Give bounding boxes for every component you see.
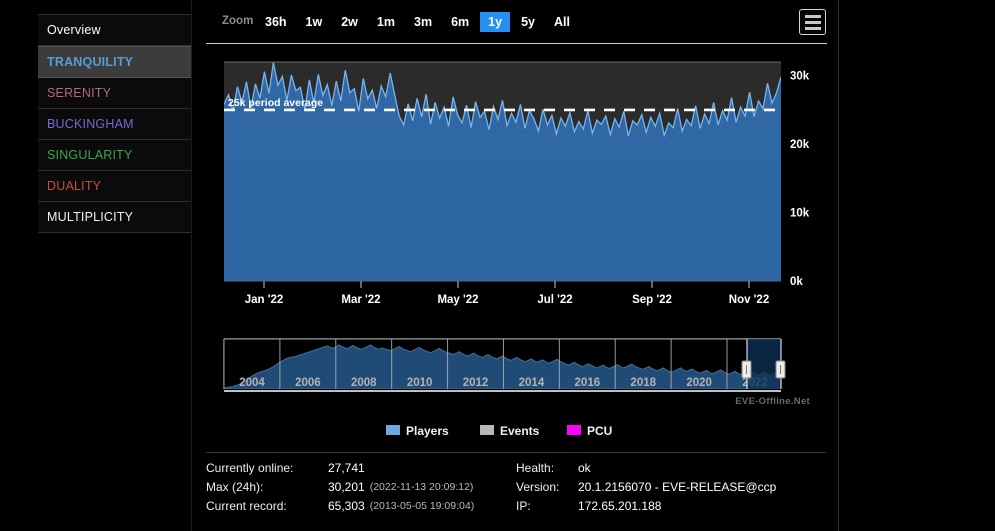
range-button-5y[interactable]: 5y bbox=[513, 12, 543, 32]
info-timestamp: (2013-05-05 19:09:04) bbox=[370, 497, 475, 516]
x-axis-tick-label: May '22 bbox=[437, 294, 478, 306]
legend-label-pcu[interactable]: PCU bbox=[587, 424, 612, 438]
x-axis-labels: Jan '22 Mar '22 May '22 Jul '22 Sep '22 Nov '… bbox=[245, 281, 770, 306]
zoom-label: Zoom bbox=[222, 15, 253, 27]
info-key: Max (24h): bbox=[206, 478, 328, 497]
info-value: 172.65.201.188 bbox=[578, 497, 661, 516]
legend-swatch-events[interactable] bbox=[480, 425, 494, 435]
chart-toolbar: Zoom 36h 1w 2w 1m 3m 6m 1y 5y All bbox=[192, 0, 840, 44]
period-average-label: 25k period average bbox=[228, 97, 323, 109]
sidebar-item-overview[interactable]: Overview bbox=[38, 15, 191, 46]
info-value: ok bbox=[578, 459, 591, 478]
x-axis-tick-label: Sep '22 bbox=[632, 294, 672, 306]
legend-label-events[interactable]: Events bbox=[500, 424, 540, 438]
app-root: Overview TRANQUILITY SERENITY BUCKINGHAM… bbox=[0, 0, 995, 531]
status-column-right: Health: ok Version: 20.1.2156070 - EVE-R… bbox=[516, 453, 826, 516]
hamburger-line bbox=[805, 27, 821, 30]
legend-label-players[interactable]: Players bbox=[406, 424, 449, 438]
range-button-3m[interactable]: 3m bbox=[406, 12, 440, 32]
sidebar-item-serenity[interactable]: SERENITY bbox=[38, 78, 191, 109]
info-key: Health: bbox=[516, 459, 578, 478]
range-button-all[interactable]: All bbox=[546, 12, 578, 32]
info-row-max-24h: Max (24h): 30,201 (2022-11-13 20:09:12) bbox=[206, 478, 516, 497]
sidebar-item-singularity[interactable]: SINGULARITY bbox=[38, 140, 191, 171]
info-row-health: Health: ok bbox=[516, 459, 826, 478]
players-chart[interactable]: 25k period average 0k 10k 20k 30k Jan '22 Ma… bbox=[192, 44, 840, 444]
x-axis-tick-label: Nov '22 bbox=[729, 294, 769, 306]
info-value: 30,201 bbox=[328, 478, 365, 497]
x-axis-tick-label: Mar '22 bbox=[341, 294, 380, 306]
y-axis-tick-label: 30k bbox=[790, 71, 810, 83]
info-value: 20.1.2156070 - EVE-RELEASE@ccp bbox=[578, 478, 776, 497]
status-column-left: Currently online: 27,741 Max (24h): 30,2… bbox=[206, 453, 516, 516]
navigator-handle-left[interactable] bbox=[742, 361, 751, 378]
range-button-1w[interactable]: 1w bbox=[298, 12, 331, 32]
content-panel: Zoom 36h 1w 2w 1m 3m 6m 1y 5y All bbox=[191, 0, 839, 531]
info-key: IP: bbox=[516, 497, 578, 516]
y-axis-tick-label: 20k bbox=[790, 139, 810, 151]
x-axis-tick-label: Jul '22 bbox=[537, 294, 572, 306]
range-selector-buttons: 36h 1w 2w 1m 3m 6m 1y 5y All bbox=[257, 12, 581, 32]
info-key: Current record: bbox=[206, 497, 328, 516]
chart-container[interactable]: 25k period average 0k 10k 20k 30k Jan '22 Ma… bbox=[192, 44, 840, 444]
range-button-1y[interactable]: 1y bbox=[480, 12, 510, 32]
info-row-version: Version: 20.1.2156070 - EVE-RELEASE@ccp bbox=[516, 478, 826, 497]
sidebar-item-duality[interactable]: DUALITY bbox=[38, 171, 191, 202]
info-row-currently-online: Currently online: 27,741 bbox=[206, 459, 516, 478]
chart-legend: Players Events PCU bbox=[386, 424, 612, 438]
navigator-unselected-mask[interactable] bbox=[224, 339, 747, 389]
sidebar-item-tranquility[interactable]: TRANQUILITY bbox=[38, 46, 191, 78]
status-info-table: Currently online: 27,741 Max (24h): 30,2… bbox=[206, 452, 826, 516]
legend-swatch-players[interactable] bbox=[386, 425, 400, 435]
info-row-ip: IP: 172.65.201.188 bbox=[516, 497, 826, 516]
info-key: Currently online: bbox=[206, 459, 328, 478]
y-axis-tick-label: 0k bbox=[790, 276, 803, 288]
legend-swatch-pcu[interactable] bbox=[567, 425, 581, 435]
hamburger-menu-icon[interactable] bbox=[799, 9, 826, 35]
y-axis-tick-label: 10k bbox=[790, 208, 810, 220]
hamburger-line bbox=[805, 15, 821, 18]
site-credit: EVE-Offline.Net bbox=[735, 396, 810, 407]
info-timestamp: (2022-11-13 20:09:12) bbox=[370, 478, 474, 497]
sidebar-item-buckingham[interactable]: BUCKINGHAM bbox=[38, 109, 191, 140]
y-axis-labels: 0k 10k 20k 30k bbox=[790, 71, 810, 288]
range-button-1m[interactable]: 1m bbox=[369, 12, 403, 32]
x-axis-tick-label: Jan '22 bbox=[245, 294, 284, 306]
info-value: 65,303 bbox=[328, 497, 365, 516]
navigator-handle-right[interactable] bbox=[776, 361, 785, 378]
range-button-2w[interactable]: 2w bbox=[333, 12, 366, 32]
range-button-36h[interactable]: 36h bbox=[257, 12, 295, 32]
info-row-current-record: Current record: 65,303 (2013-05-05 19:09… bbox=[206, 497, 516, 516]
hamburger-line bbox=[805, 21, 821, 24]
sidebar: Overview TRANQUILITY SERENITY BUCKINGHAM… bbox=[38, 14, 191, 233]
range-button-6m[interactable]: 6m bbox=[443, 12, 477, 32]
info-value: 27,741 bbox=[328, 459, 365, 478]
sidebar-item-multiplicity[interactable]: MULTIPLICITY bbox=[38, 202, 191, 233]
info-key: Version: bbox=[516, 478, 578, 497]
